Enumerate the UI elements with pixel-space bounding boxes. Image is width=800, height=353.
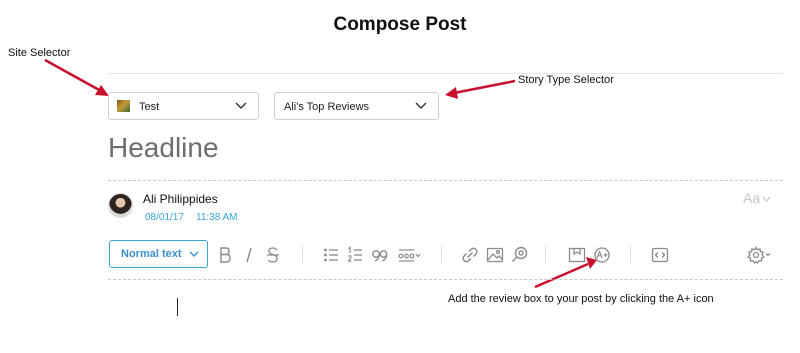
toolbar-divider	[108, 279, 783, 280]
toolbar-separator	[630, 245, 631, 263]
annotation-arrows	[44, 58, 597, 289]
chevron-down-icon	[415, 102, 427, 109]
numbered-list-icon[interactable]	[347, 245, 363, 265]
settings-gear-icon[interactable]	[747, 245, 773, 265]
paragraph-style-label: Normal text	[121, 248, 182, 260]
headline-divider	[108, 180, 783, 181]
story-type-selector-value: Ali's Top Reviews	[284, 101, 370, 113]
more-format-icon[interactable]	[398, 245, 422, 265]
text-cursor[interactable]	[177, 298, 178, 316]
post-date[interactable]: 08/01/17	[145, 212, 184, 223]
site-thumbnail-icon	[117, 100, 130, 112]
embed-code-icon[interactable]	[651, 245, 669, 265]
strikethrough-icon[interactable]	[265, 245, 281, 265]
bold-icon[interactable]	[218, 245, 232, 265]
paragraph-style-dropdown[interactable]: Normal text	[109, 240, 208, 268]
post-time[interactable]: 11:38 AM	[196, 212, 238, 223]
toolbar-separator	[441, 245, 442, 263]
toolbar-separator	[545, 245, 546, 263]
image-icon[interactable]	[486, 245, 504, 265]
toolbar-separator	[302, 245, 303, 263]
author-avatar	[108, 193, 133, 218]
arrow-to-site-selector	[44, 58, 109, 96]
chevron-down-icon	[762, 196, 771, 202]
site-selector-value: Test	[139, 101, 160, 113]
story-type-selector[interactable]: Ali's Top Reviews	[274, 92, 439, 120]
review-box-a-plus-icon[interactable]	[593, 245, 611, 265]
link-icon[interactable]	[462, 245, 478, 265]
font-size-toggle-label: Aa	[743, 190, 761, 206]
chevron-down-icon	[189, 251, 199, 257]
quote-icon[interactable]	[371, 245, 389, 265]
bullet-list-icon[interactable]	[323, 245, 339, 265]
gallery-icon[interactable]	[568, 245, 586, 265]
author-name: Ali Philippides	[143, 192, 218, 206]
site-selector[interactable]: Test	[108, 92, 259, 120]
arrow-to-story-type-selector	[445, 79, 516, 99]
chevron-down-icon	[235, 102, 247, 109]
italic-icon[interactable]	[244, 245, 254, 265]
font-size-toggle[interactable]: Aa	[743, 190, 771, 206]
headline-input[interactable]: Headline	[108, 132, 219, 164]
search-media-icon[interactable]	[511, 245, 529, 265]
header-divider	[108, 73, 783, 74]
